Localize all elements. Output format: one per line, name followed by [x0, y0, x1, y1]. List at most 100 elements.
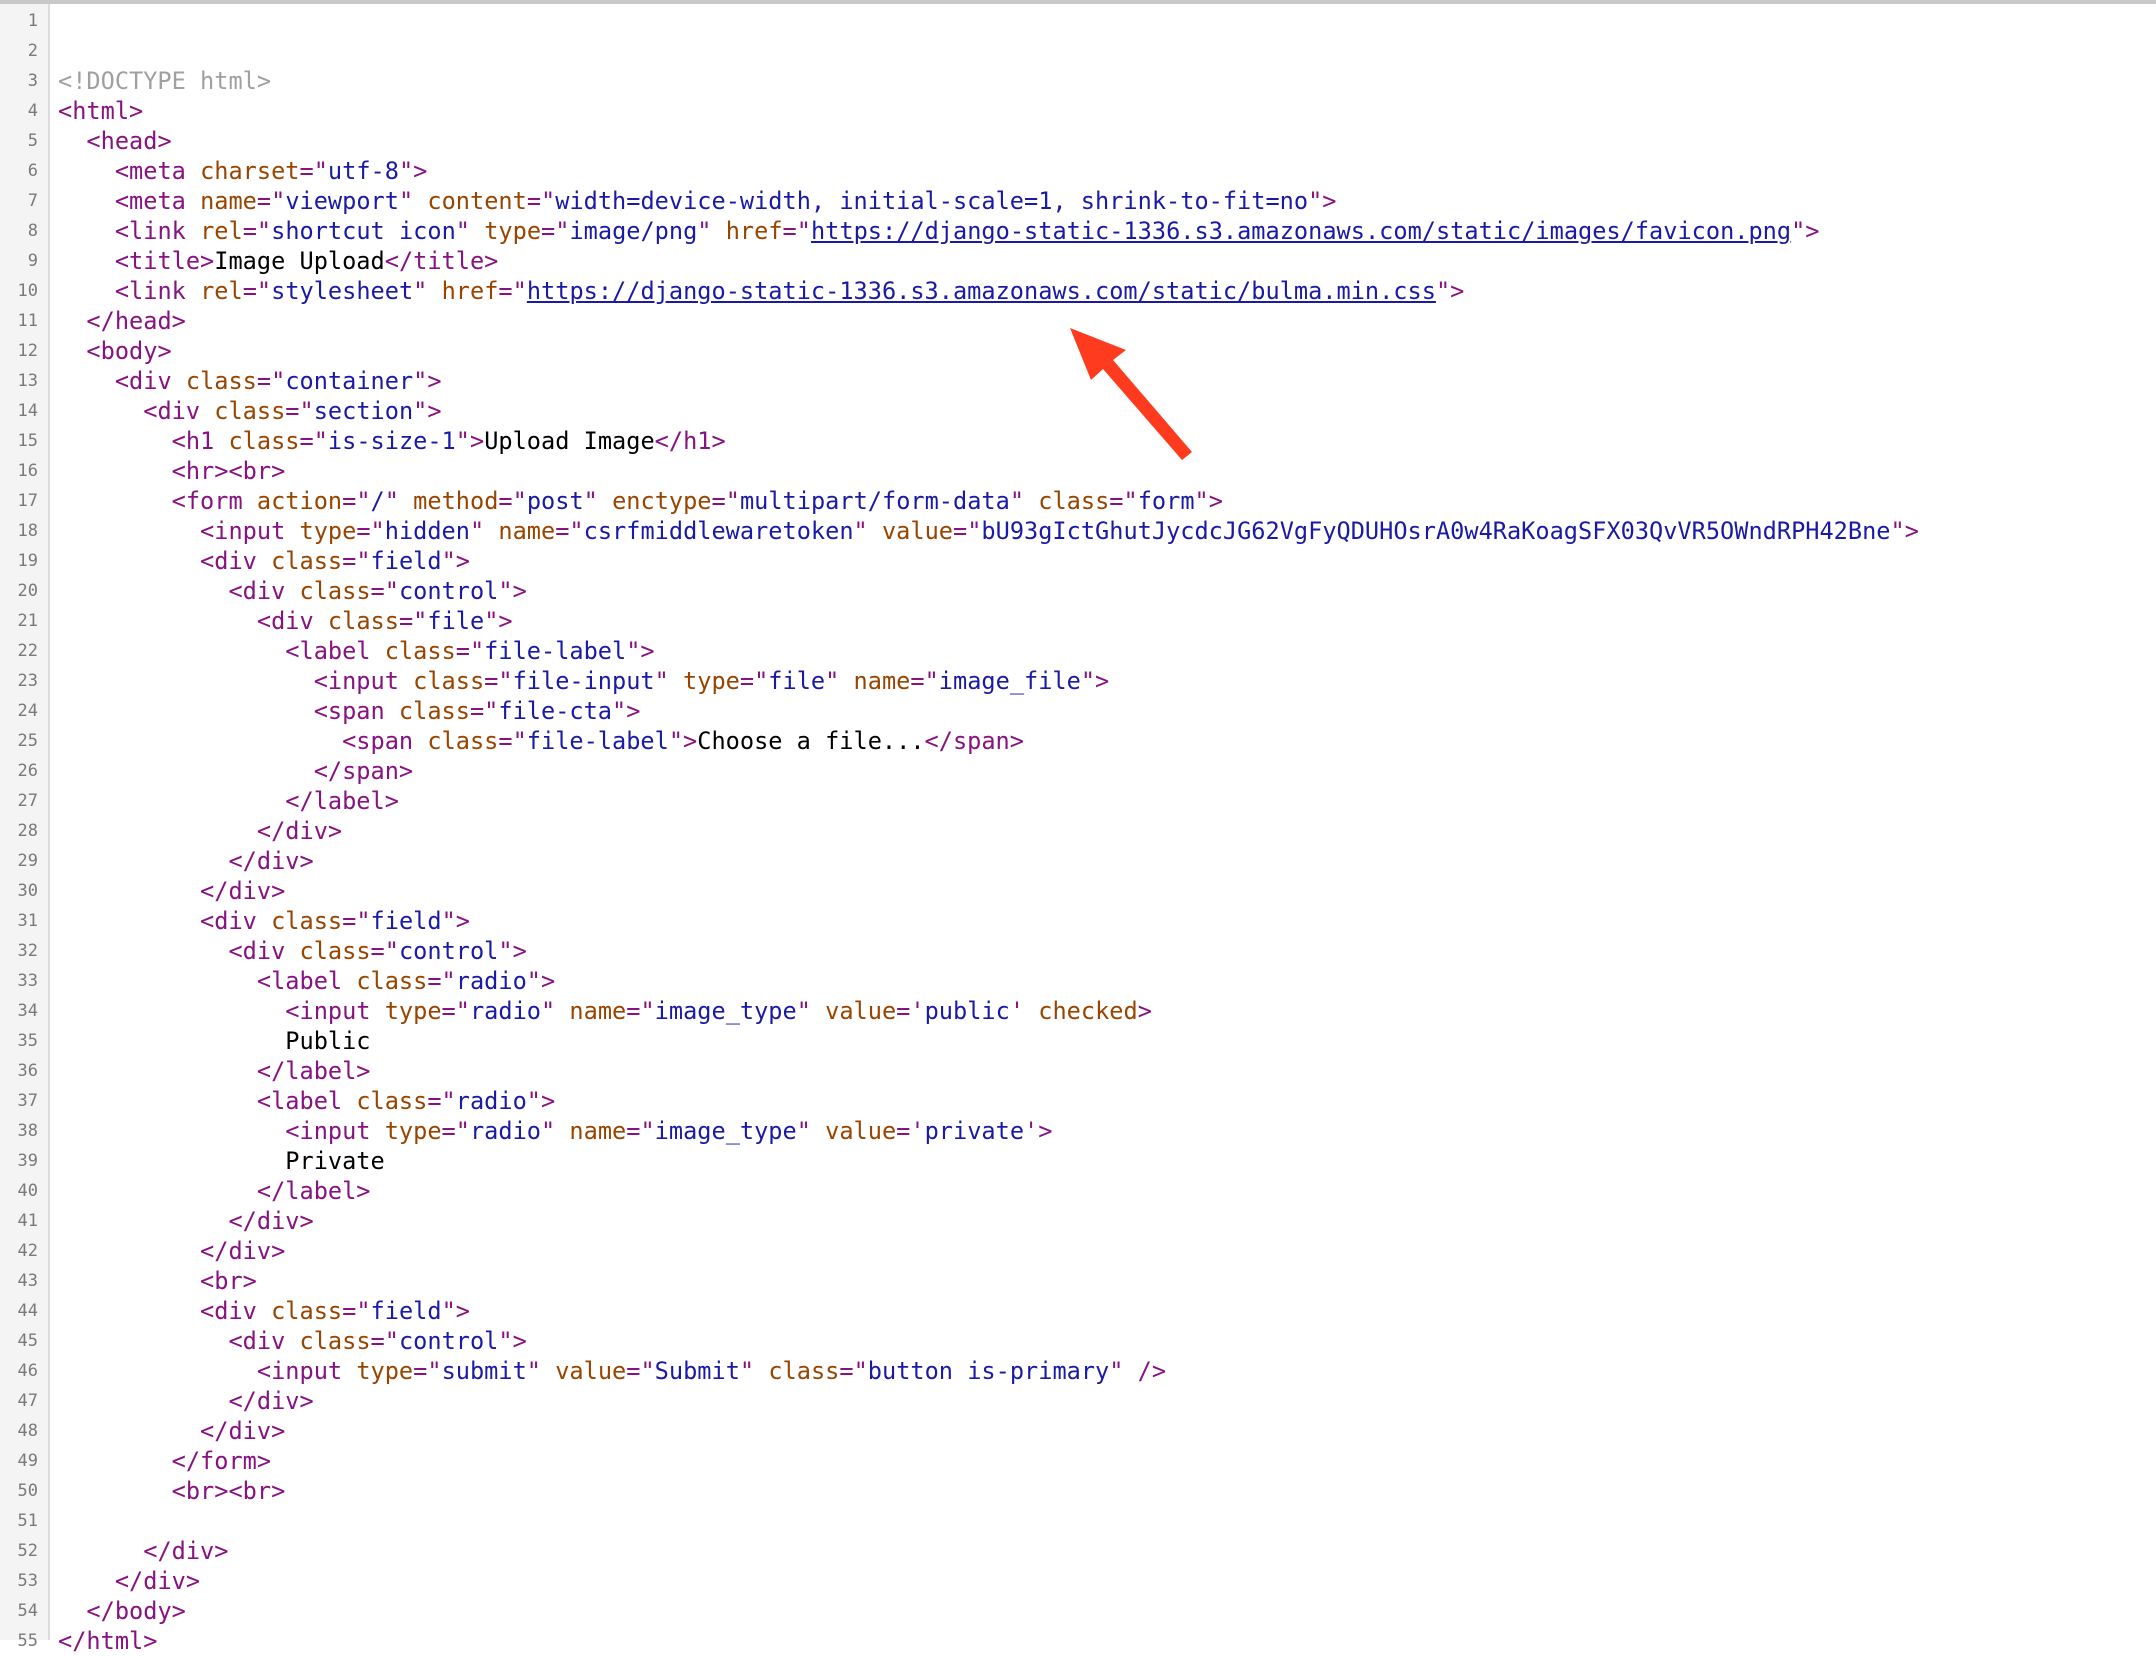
line-indent [58, 817, 257, 845]
html-tag-token: =" [541, 217, 569, 245]
attribute-name-token: class [300, 937, 371, 965]
html-tag-token: <div [228, 937, 299, 965]
html-tag-token: > [1138, 997, 1152, 1025]
line-number: 9 [0, 246, 38, 276]
attribute-value-token: submit [442, 1357, 527, 1385]
html-tag-token: =" [953, 517, 981, 545]
line-number: 50 [0, 1476, 38, 1506]
code-line: 4<html> [0, 96, 2156, 126]
html-tag-token: ' [1010, 997, 1038, 1025]
line-source: <div class="field"> [58, 906, 470, 936]
line-number: 22 [0, 636, 38, 666]
html-tag-token: =" [555, 517, 583, 545]
attribute-value-token: shortcut icon [271, 217, 456, 245]
attribute-name-token: name [854, 667, 911, 695]
line-source: <!DOCTYPE html> [58, 66, 271, 96]
line-indent [58, 1357, 257, 1385]
url-link[interactable]: https://django-static-1336.s3.amazonaws.… [527, 277, 1436, 305]
line-number: 28 [0, 816, 38, 846]
html-tag-token: " [470, 517, 498, 545]
line-indent [58, 1117, 285, 1145]
line-number: 15 [0, 426, 38, 456]
attribute-name-token: class [186, 367, 257, 395]
html-tag-token: "> [527, 967, 555, 995]
html-tag-token: " [584, 487, 612, 515]
line-number: 11 [0, 306, 38, 336]
html-tag-token: =" [442, 997, 470, 1025]
attribute-value-token: hidden [385, 517, 470, 545]
line-number: 8 [0, 216, 38, 246]
line-source: <title>Image Upload</title> [58, 246, 498, 276]
html-tag-token: =" [839, 1357, 867, 1385]
attribute-value-token: utf-8 [328, 157, 399, 185]
attribute-value-token: control [399, 577, 498, 605]
html-tag-token: </div> [200, 877, 285, 905]
attribute-value-token: file [427, 607, 484, 635]
html-tag-token: </body> [86, 1597, 185, 1625]
code-line: 26 </span> [0, 756, 2156, 786]
url-link[interactable]: https://django-static-1336.s3.amazonaws.… [811, 217, 1791, 245]
code-line: 45 <div class="control"> [0, 1326, 2156, 1356]
source-code-view[interactable]: 123<!DOCTYPE html>4<html>5 <head>6 <meta… [0, 6, 2156, 1656]
html-tag-token: <title> [115, 247, 214, 275]
line-source: <input type="hidden" name="csrfmiddlewar… [58, 516, 1919, 546]
code-line: 32 <div class="control"> [0, 936, 2156, 966]
html-tag-token: " /> [1109, 1357, 1166, 1385]
html-tag-token: <label [257, 1087, 356, 1115]
line-source: </div> [58, 876, 285, 906]
html-tag-token: =" [342, 487, 370, 515]
line-number: 55 [0, 1626, 38, 1656]
attribute-value-token: control [399, 937, 498, 965]
line-source: </div> [58, 816, 342, 846]
html-tag-token: </form> [172, 1447, 271, 1475]
line-source: </span> [58, 756, 413, 786]
line-indent [58, 1447, 172, 1475]
html-tag-token: =" [342, 547, 370, 575]
line-source: <span class="file-label">Choose a file..… [58, 726, 1024, 756]
line-indent [58, 1237, 200, 1265]
attribute-name-token: class [271, 1297, 342, 1325]
html-tag-token: =" [427, 967, 455, 995]
line-source: <meta charset="utf-8"> [58, 156, 427, 186]
line-indent [58, 1027, 285, 1055]
attribute-value-token: radio [456, 1087, 527, 1115]
attribute-name-token: method [413, 487, 498, 515]
attribute-value-token: multipart/form-data [740, 487, 1010, 515]
line-number: 27 [0, 786, 38, 816]
attribute-name-token: type [356, 1357, 413, 1385]
line-number: 7 [0, 186, 38, 216]
line-number: 23 [0, 666, 38, 696]
code-line: 35 Public [0, 1026, 2156, 1056]
line-source: </div> [58, 1416, 285, 1446]
line-number: 12 [0, 336, 38, 366]
attribute-name-token: class [356, 967, 427, 995]
html-tag-token: =" [626, 1357, 654, 1385]
html-tag-token: " [655, 667, 683, 695]
code-line: 41 </div> [0, 1206, 2156, 1236]
line-number: 5 [0, 126, 38, 156]
html-tag-token: <br><br> [172, 1477, 286, 1505]
html-tag-token: =" [498, 277, 526, 305]
code-line: 53 </div> [0, 1566, 2156, 1596]
code-line: 37 <label class="radio"> [0, 1086, 2156, 1116]
attribute-name-token: class [427, 727, 498, 755]
html-tag-token: <div [200, 907, 271, 935]
attribute-name-token: class [214, 397, 285, 425]
line-number: 1 [0, 6, 38, 36]
doctype-token: <!DOCTYPE html> [58, 67, 271, 95]
attribute-value-token: control [399, 1327, 498, 1355]
line-indent [58, 727, 342, 755]
html-tag-token: " [541, 997, 569, 1025]
html-tag-token: </html> [58, 1627, 157, 1655]
attribute-name-token: type [484, 217, 541, 245]
line-source: <input type="radio" name="image_type" va… [58, 996, 1152, 1026]
line-indent [58, 187, 115, 215]
attribute-name-token: type [299, 517, 356, 545]
line-indent [58, 667, 314, 695]
html-tag-token: =" [243, 217, 271, 245]
html-tag-token: <input [200, 517, 299, 545]
line-indent [58, 157, 115, 185]
attribute-value-token: field [371, 547, 442, 575]
html-tag-token: <meta [115, 157, 200, 185]
line-indent [58, 1387, 228, 1415]
